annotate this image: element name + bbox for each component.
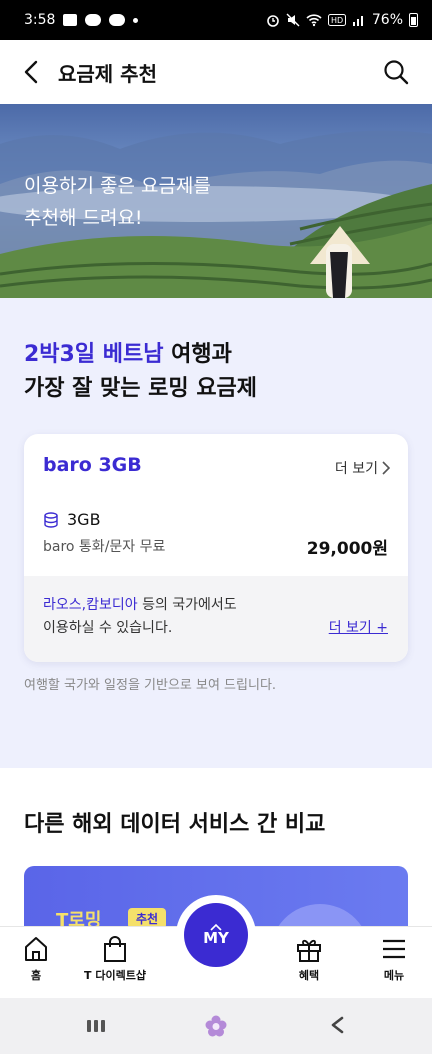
my-label: MY bbox=[203, 929, 229, 947]
hamburger-menu-icon bbox=[383, 939, 405, 959]
compare-title: 다른 해외 데이터 서비스 간 비교 bbox=[24, 812, 326, 837]
wifi-icon bbox=[306, 14, 322, 27]
plan-sub-text: baro 통화/문자 무료 bbox=[43, 539, 166, 555]
status-time: 3:58 bbox=[24, 12, 56, 28]
signal-icon bbox=[352, 16, 363, 26]
plan-name: baro 3GB bbox=[43, 454, 142, 476]
recent-apps-icon[interactable] bbox=[86, 1018, 106, 1034]
heading-line-2: 가장 잘 맞는 로밍 요금제 bbox=[24, 376, 258, 401]
battery-icon bbox=[409, 13, 418, 27]
coverage-text: 라오스,캄보디아 등의 국가에서도 이용하실 수 있습니다. bbox=[43, 594, 237, 640]
search-button[interactable] bbox=[378, 54, 414, 90]
nav-direct-shop[interactable]: T 다이렉트샵 bbox=[84, 935, 146, 983]
nav-direct-shop-label: T 다이렉트샵 bbox=[84, 969, 146, 982]
nav-benefits[interactable]: 혜택 bbox=[295, 935, 323, 983]
coverage-countries: 라오스,캄보디아 bbox=[43, 597, 138, 613]
plan-card-footer: 라오스,캄보디아 등의 국가에서도 이용하실 수 있습니다. 더 보기 + bbox=[24, 576, 408, 662]
chat-icon bbox=[85, 14, 102, 26]
plan-price: 29,000원 bbox=[306, 539, 388, 559]
hd-icon: HD bbox=[327, 14, 346, 26]
recommendation-section: 2박3일 베트남 여행과 가장 잘 맞는 로밍 요금제 baro 3GB 더 보… bbox=[0, 298, 432, 768]
home-icon bbox=[25, 937, 47, 961]
plan-more-label: 더 보기 bbox=[334, 461, 378, 477]
plan-data-amount: 3GB bbox=[67, 510, 101, 529]
bottom-nav: 홈 T 다이렉트샵 MY 혜택 메뉴 bbox=[0, 895, 432, 998]
talk-icon bbox=[109, 14, 126, 26]
database-icon bbox=[44, 511, 58, 528]
my-button[interactable]: MY bbox=[184, 903, 248, 967]
heading-rest: 여행과 bbox=[163, 342, 232, 367]
notification-dot-icon bbox=[133, 17, 139, 23]
plan-card[interactable]: baro 3GB 더 보기 3GB baro 통화/문자 무료 29,000원 … bbox=[24, 434, 408, 662]
hero-line-2: 추천해 드려요! bbox=[24, 207, 143, 229]
chevron-left-icon bbox=[24, 60, 38, 84]
plan-more-link[interactable]: 더 보기 bbox=[335, 458, 390, 478]
recommendation-heading: 2박3일 베트남 여행과 가장 잘 맞는 로밍 요금제 bbox=[24, 338, 257, 406]
mute-icon bbox=[286, 13, 300, 27]
nav-home-label: 홈 bbox=[30, 969, 42, 982]
coverage-rest: 등의 국가에서도 bbox=[137, 597, 237, 613]
back-nav-icon[interactable] bbox=[330, 1016, 344, 1034]
gallery-icon bbox=[63, 14, 78, 26]
heading-trip: 2박3일 베트남 bbox=[24, 342, 164, 367]
alarm-icon bbox=[267, 15, 279, 27]
system-nav-bar bbox=[0, 998, 432, 1054]
search-icon bbox=[384, 60, 409, 85]
nav-menu[interactable]: 메뉴 bbox=[380, 935, 408, 983]
status-bar: 3:58 HD 76% bbox=[0, 0, 432, 40]
home-flower-icon[interactable] bbox=[204, 1014, 228, 1038]
shopping-bag-icon bbox=[103, 936, 126, 962]
recommendation-note: 여행할 국가와 일정을 기반으로 보여 드립니다. bbox=[24, 678, 277, 693]
page-title: 요금제 추천 bbox=[58, 61, 157, 86]
hero-line-1: 이용하기 좋은 요금제를 bbox=[24, 175, 211, 197]
battery-percent: 76% bbox=[371, 12, 403, 28]
nav-menu-label: 메뉴 bbox=[383, 969, 405, 982]
nav-home[interactable]: 홈 bbox=[22, 935, 50, 983]
plan-data-row: 3GB bbox=[43, 510, 101, 529]
hero-text: 이용하기 좋은 요금제를 추천해 드려요! bbox=[24, 170, 211, 234]
gift-icon bbox=[297, 939, 321, 962]
svg-text:HD: HD bbox=[331, 16, 343, 25]
app-header: 요금제 추천 bbox=[0, 40, 432, 104]
back-button[interactable] bbox=[6, 40, 58, 104]
coverage-more-link[interactable]: 더 보기 + bbox=[329, 617, 388, 637]
nav-benefits-label: 혜택 bbox=[298, 969, 320, 982]
coverage-line-2: 이용하실 수 있습니다. bbox=[43, 620, 173, 636]
chevron-right-icon bbox=[382, 461, 390, 475]
hero-banner: 이용하기 좋은 요금제를 추천해 드려요! bbox=[0, 104, 432, 298]
